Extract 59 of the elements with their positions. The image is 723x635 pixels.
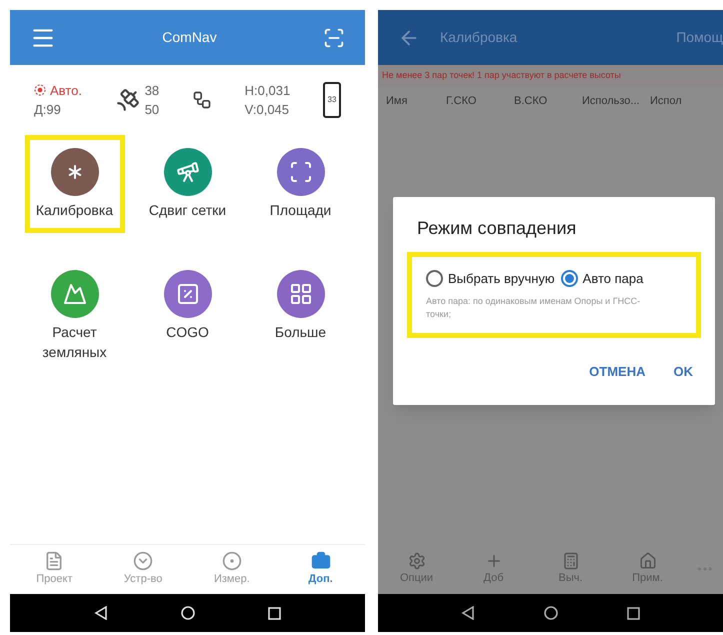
dialog-button[interactable]: ОТМЕНА <box>589 362 646 381</box>
battery-indicator: 33 <box>322 82 341 118</box>
document-icon <box>44 551 64 572</box>
column-header: Имя <box>385 94 408 110</box>
back-icon[interactable] <box>460 606 475 620</box>
recents-icon[interactable] <box>627 606 640 620</box>
mountain-icon <box>62 282 86 306</box>
tile-label: Площади <box>268 201 332 220</box>
horizontal-precision: H:0,031 <box>244 82 290 100</box>
scan-icon[interactable] <box>323 26 345 48</box>
radio-option[interactable]: Авто пара <box>560 269 644 288</box>
radio-button[interactable] <box>560 270 578 288</box>
help-link[interactable]: Помощ <box>676 27 723 48</box>
column-header: Испол <box>650 94 683 110</box>
tool-tile[interactable]: Больше <box>250 257 350 375</box>
app-title: ComNav <box>162 28 217 47</box>
warning-text: Не менее 3 пар точек! 1 пар участвуют в расчете высоты <box>378 65 723 86</box>
dialog-title: Режим совпадения <box>417 217 578 240</box>
vertical-precision: V:0,045 <box>244 101 290 119</box>
radio-button[interactable] <box>426 270 443 288</box>
tool-tile[interactable]: Расчет земляных <box>24 257 124 375</box>
satellites-used: 38 <box>144 82 160 100</box>
age-text: Д:99 <box>34 101 62 119</box>
column-header: Использо... <box>582 94 641 110</box>
tool-tile[interactable]: COGO <box>138 257 238 375</box>
screen-title: Калибровка <box>440 28 518 47</box>
chevron-circle-icon <box>133 551 154 572</box>
device-link-icon <box>192 90 212 110</box>
satellite-icon <box>114 87 141 113</box>
radio-option[interactable]: Выбрать вручную <box>426 269 555 288</box>
frame-icon <box>288 160 312 184</box>
briefcase-icon <box>310 551 331 572</box>
column-header: Г.СКО <box>446 94 478 110</box>
percent-square-icon <box>176 282 200 306</box>
telescope-icon <box>176 160 200 184</box>
tool-tile[interactable]: Площади <box>250 135 350 233</box>
tile-label: COGO <box>165 323 210 342</box>
calculator-icon <box>562 552 580 570</box>
satellites-seen: 50 <box>144 101 160 119</box>
hint-text: Авто пара: по одинаковым именам Опоры и ГНСС-точки; <box>426 294 642 320</box>
column-header: В.СКО <box>514 94 548 110</box>
target-icon <box>34 84 46 96</box>
bottom-tab[interactable]: Проект <box>19 551 90 588</box>
bottom-tab[interactable]: Измер. <box>196 551 267 588</box>
house-icon <box>638 552 656 570</box>
fix-mode: Авто. <box>50 82 82 100</box>
home-icon[interactable] <box>544 606 558 620</box>
bottom-tab[interactable]: Доп. <box>286 551 356 588</box>
tile-label: Расчет земляных <box>41 323 108 362</box>
tile-label: Калибровка <box>34 201 114 220</box>
bottom-tab[interactable]: Устр-во <box>108 551 178 588</box>
tile-label: Больше <box>274 323 328 342</box>
dialog-button[interactable]: OK <box>674 362 693 381</box>
tool-tile[interactable]: Калибровка <box>24 135 124 233</box>
target-icon <box>222 551 242 572</box>
tile-label: Сдвиг сетки <box>148 201 228 220</box>
tool-tile[interactable]: Сдвиг сетки <box>138 135 238 233</box>
grid-icon <box>288 282 312 306</box>
gear-icon <box>408 552 426 570</box>
